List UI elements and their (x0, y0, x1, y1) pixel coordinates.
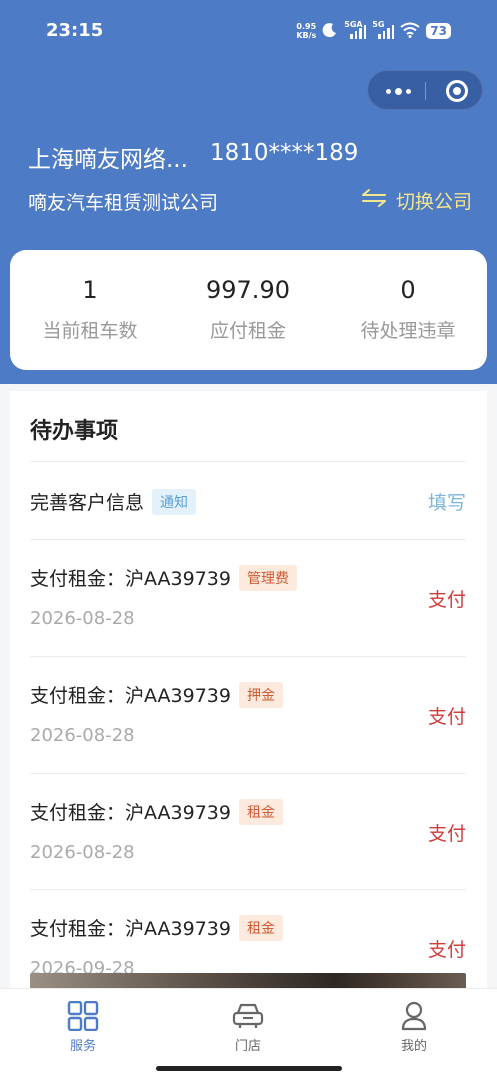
todo-item-text: 支付租金：沪AA39739 (30, 802, 231, 824)
fill-button[interactable]: 填写 (428, 488, 466, 515)
todo-title: 待办事项 (30, 419, 119, 444)
net-speed: 0.95 KB/s (296, 22, 316, 40)
todo-item-tag: 通知 (152, 488, 197, 515)
todo-item[interactable]: 支付租金：沪AA39739 管理费 2026-08-28 支付 (30, 539, 466, 656)
todo-item-text: 支付租金：沪AA39739 (30, 918, 231, 940)
todo-item-tag: 押金 (238, 681, 283, 708)
signal2-label: 5G (372, 20, 385, 29)
todo-item-main: 支付租金：沪AA39739 租金 (30, 914, 283, 941)
switch-company-label: 切换公司 (395, 191, 472, 213)
net-speed-unit: KB/s (296, 31, 317, 40)
switch-company-button[interactable]: 切换公司 (361, 187, 472, 214)
more-icon[interactable] (386, 88, 411, 95)
status-icons: 0.95 KB/s 5GA 5G 73 (296, 20, 451, 42)
pay-button[interactable]: 支付 (428, 585, 466, 612)
switch-arrows-icon (361, 189, 386, 212)
summary-value: 997.90 (206, 276, 290, 304)
mini-program-capsule (367, 70, 483, 110)
tab-service[interactable]: 服务 (33, 1000, 133, 1054)
todo-item-date: 2026-08-28 (30, 725, 135, 746)
subcompany-name: 嘀友汽车租赁测试公司 (28, 192, 219, 214)
signal1-label: 5GA (344, 20, 363, 29)
todo-item-date: 2026-08-28 (30, 842, 135, 863)
todo-item[interactable]: 支付租金：沪AA39739 押金 2026-08-28 支付 (30, 656, 466, 773)
summary-label: 待处理违章 (360, 320, 456, 342)
moon-icon (322, 22, 338, 41)
wifi-icon (400, 22, 420, 41)
todo-item-date: 2026-08-28 (30, 608, 135, 629)
todo-item-tag: 租金 (238, 914, 283, 941)
todo-panel: 待办事项 完善客户信息 通知 填写 支付租金：沪AA39739 管理费 2026… (10, 391, 487, 988)
person-icon (397, 1001, 431, 1031)
summary-label: 应付租金 (209, 320, 286, 342)
user-phone: 1810****189 (209, 140, 359, 166)
capsule-divider (425, 82, 426, 100)
signal-icon: 5GA (344, 20, 367, 39)
banner-image (30, 973, 466, 988)
header: 23:15 0.95 KB/s 5GA 5G 73 上海嘀友网络... 1810… (0, 0, 497, 384)
summary-card: 1 当前租车数 997.90 应付租金 0 待处理违章 (10, 250, 487, 370)
todo-item-text: 完善客户信息 (30, 492, 145, 514)
todo-item-text: 支付租金：沪AA39739 (30, 685, 231, 707)
grid-icon (66, 1000, 100, 1032)
todo-item[interactable]: 支付租金：沪AA39739 租金 2026-08-28 支付 (30, 773, 466, 890)
status-bar: 23:15 0.95 KB/s 5GA 5G 73 (0, 0, 497, 64)
pay-button[interactable]: 支付 (428, 935, 466, 962)
net-speed-value: 0.95 (296, 22, 317, 31)
todo-item-main: 完善客户信息 通知 (30, 488, 197, 515)
todo-item-main: 支付租金：沪AA39739 租金 (30, 798, 283, 825)
company-name: 上海嘀友网络... (28, 147, 188, 173)
todo-item-text: 支付租金：沪AA39739 (30, 568, 231, 590)
signal-icon: 5G (372, 20, 395, 39)
tab-label: 门店 (234, 1039, 261, 1054)
company-row: 上海嘀友网络... 1810****189 (28, 140, 358, 174)
todo-item-tag: 管理费 (238, 564, 297, 591)
home-indicator (156, 1066, 342, 1071)
pay-button[interactable]: 支付 (428, 819, 466, 846)
todo-item-main: 支付租金：沪AA39739 押金 (30, 681, 283, 708)
summary-value: 1 (82, 276, 98, 304)
summary-violations[interactable]: 0 待处理违章 (328, 276, 488, 343)
status-time: 23:15 (46, 20, 104, 41)
tab-label: 我的 (400, 1039, 427, 1054)
car-icon (231, 1001, 265, 1031)
pay-button[interactable]: 支付 (428, 702, 466, 729)
tab-mine[interactable]: 我的 (364, 1001, 464, 1054)
todo-item-tag: 租金 (238, 798, 283, 825)
summary-label: 当前租车数 (42, 320, 138, 342)
summary-rented-cars[interactable]: 1 当前租车数 (10, 276, 170, 343)
summary-value: 0 (400, 276, 416, 304)
tab-store[interactable]: 门店 (198, 1001, 298, 1054)
battery-indicator: 73 (426, 23, 451, 39)
todo-item-main: 支付租金：沪AA39739 管理费 (30, 564, 297, 591)
tab-label: 服务 (69, 1039, 96, 1054)
todo-item[interactable]: 完善客户信息 通知 填写 (30, 461, 466, 539)
summary-rent-due[interactable]: 997.90 应付租金 (168, 276, 328, 343)
close-target-icon[interactable] (446, 80, 468, 102)
